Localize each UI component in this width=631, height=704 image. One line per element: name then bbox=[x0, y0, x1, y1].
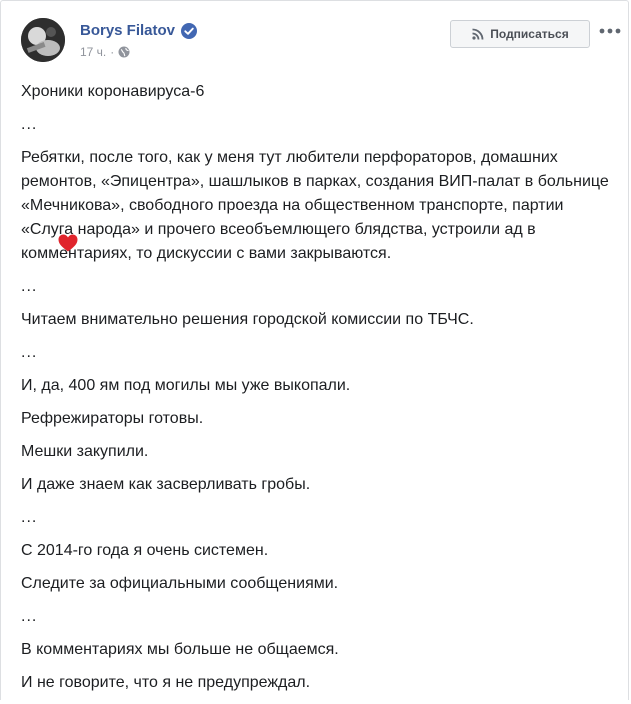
post-paragraph: И не говорите, что я не предупреждал. bbox=[21, 674, 311, 691]
post-paragraph: С 2014-го года я очень системен. bbox=[21, 542, 269, 559]
follow-button[interactable]: Подписаться bbox=[450, 20, 590, 48]
more-dots-icon bbox=[599, 28, 621, 34]
globe-icon[interactable] bbox=[118, 46, 130, 58]
post-paragraph: Читаем внимательно решения городской ком… bbox=[21, 311, 474, 328]
post-card: Borys Filatov 17 ч. · Подписаться Хроник… bbox=[0, 0, 629, 700]
avatar[interactable] bbox=[21, 18, 65, 62]
follow-button-label: Подписаться bbox=[490, 27, 569, 41]
post-paragraph: Следите за официальными сообщениями. bbox=[21, 575, 339, 592]
post-separator: ... bbox=[21, 278, 38, 295]
verified-badge-icon bbox=[181, 23, 198, 39]
post-separator: ... bbox=[21, 509, 38, 526]
rss-icon bbox=[472, 28, 484, 40]
post-paragraph: В комментариях мы больше не общаемся. bbox=[21, 641, 339, 658]
post-timestamp[interactable]: 17 ч. bbox=[80, 44, 106, 60]
post-paragraph: И даже знаем как засверливать гробы. bbox=[21, 476, 311, 493]
more-options-button[interactable] bbox=[597, 20, 623, 42]
avatar-image bbox=[21, 18, 65, 62]
post-paragraph: Мешки закупили. bbox=[21, 443, 149, 460]
post-separator: ... bbox=[21, 116, 38, 133]
post-text: Хроники коронавируса-6 ... Ребятки, посл… bbox=[21, 80, 611, 704]
post-paragraph: И, да, 400 ям под могилы мы уже выкопали… bbox=[21, 377, 351, 394]
post-separator: ... bbox=[21, 608, 38, 625]
author-name[interactable]: Borys Filatov bbox=[80, 22, 175, 40]
post-paragraph: Ребятки, после того, как у меня тут люби… bbox=[21, 149, 609, 262]
post-separator: ... bbox=[21, 344, 38, 361]
post-paragraph: Рефрежираторы готовы. bbox=[21, 410, 204, 427]
post-paragraph: Хроники коронавируса-6 bbox=[21, 83, 205, 100]
meta-separator: · bbox=[110, 45, 115, 59]
